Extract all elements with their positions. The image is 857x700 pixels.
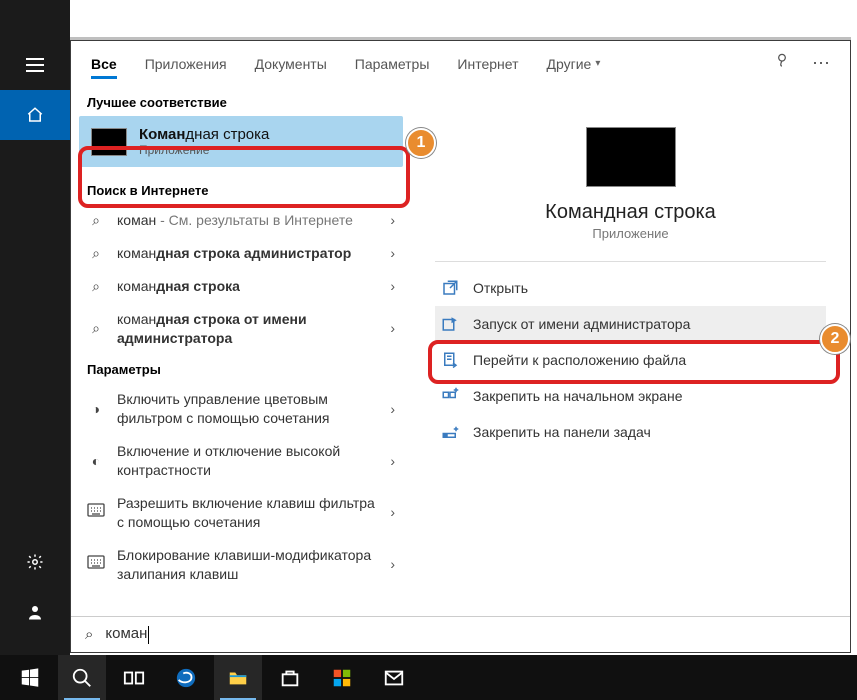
palette-icon: ◑: [87, 400, 105, 419]
web-result[interactable]: ⌕ коман - См. результаты в Интернете ›: [71, 204, 411, 237]
chevron-right-icon: ›: [390, 400, 395, 419]
web-result[interactable]: ⌕ командная строка администратор ›: [71, 237, 411, 270]
cmd-thumb-icon: [91, 128, 127, 156]
taskbar-microsoft[interactable]: [318, 655, 366, 700]
tab-settings[interactable]: Параметры: [343, 41, 442, 87]
taskbar-search[interactable]: [58, 655, 106, 700]
settings-result[interactable]: ◑ Включить управление цветовым фильтром …: [71, 383, 411, 435]
keyboard-icon: [87, 503, 105, 522]
annotation-marker-1: 1: [406, 128, 436, 158]
settings-result[interactable]: ◐ Включение и отключение высокой контрас…: [71, 435, 411, 487]
search-icon: ⌕: [87, 319, 105, 338]
home-icon: [26, 106, 44, 124]
best-match-subtitle: Приложение: [139, 143, 269, 157]
tab-more[interactable]: Другие▾: [535, 41, 613, 87]
taskbar-store[interactable]: [266, 655, 314, 700]
search-icon: [71, 667, 93, 689]
taskbar-mail[interactable]: [370, 655, 418, 700]
taskbar-edge[interactable]: [162, 655, 210, 700]
chevron-right-icon: ›: [390, 277, 395, 296]
taskbar-taskview[interactable]: [110, 655, 158, 700]
contrast-icon: ◐: [87, 452, 105, 471]
user-rail-button[interactable]: [0, 587, 70, 637]
detail-pane: Командная строка Приложение Открыть Запу…: [411, 87, 850, 616]
tab-docs[interactable]: Документы: [243, 41, 339, 87]
taskbar-explorer[interactable]: [214, 655, 262, 700]
user-icon: [26, 603, 44, 621]
folder-icon: [441, 351, 459, 369]
pin-taskbar-icon: [441, 423, 459, 441]
microsoft-icon: [331, 667, 353, 689]
pin-start-icon: [441, 387, 459, 405]
section-settings: Параметры: [71, 354, 411, 383]
annotation-marker-2: 2: [820, 324, 850, 354]
action-pin-taskbar[interactable]: Закрепить на панели задач: [435, 414, 826, 450]
store-icon: [279, 667, 301, 689]
keyboard-icon: [87, 555, 105, 574]
web-result[interactable]: ⌕ командная строка от имени администрато…: [71, 303, 411, 355]
search-query-text: коман: [105, 625, 149, 643]
chevron-right-icon: ›: [390, 319, 395, 338]
search-icon: ⌕: [85, 626, 93, 643]
start-rail: [0, 0, 70, 655]
taskview-icon: [123, 667, 145, 689]
gear-icon: [26, 553, 44, 571]
action-run-as-admin[interactable]: Запуск от имени администратора: [435, 306, 826, 342]
settings-rail-button[interactable]: [0, 537, 70, 587]
chevron-right-icon: ›: [390, 503, 395, 522]
section-best-match: Лучшее соответствие: [71, 87, 411, 116]
detail-subtitle: Приложение: [435, 226, 826, 241]
chevron-right-icon: ›: [390, 244, 395, 263]
feedback-icon[interactable]: [772, 51, 792, 76]
section-web: Поиск в Интернете: [71, 175, 411, 204]
admin-icon: [441, 315, 459, 333]
tab-all[interactable]: Все: [79, 41, 129, 87]
tab-apps[interactable]: Приложения: [133, 41, 239, 87]
chevron-right-icon: ›: [390, 211, 395, 230]
chevron-right-icon: ›: [390, 452, 395, 471]
search-icon: ⌕: [87, 277, 105, 296]
edge-icon: [175, 667, 197, 689]
results-list: Лучшее соответствие Командная строка При…: [71, 87, 411, 616]
web-result[interactable]: ⌕ командная строка ›: [71, 270, 411, 303]
scope-tabs: Все Приложения Документы Параметры Интер…: [71, 41, 850, 87]
hamburger-icon: [26, 64, 44, 66]
detail-thumb-icon: [586, 127, 676, 187]
home-button[interactable]: [0, 90, 70, 140]
best-match-title: Командная строка: [139, 126, 269, 143]
taskbar: [0, 655, 857, 700]
search-input[interactable]: ⌕ коман: [71, 616, 850, 652]
best-match-item[interactable]: Командная строка Приложение: [79, 116, 403, 167]
windows-icon: [19, 667, 41, 689]
action-open-location[interactable]: Перейти к расположению файла: [435, 342, 826, 378]
search-panel: Все Приложения Документы Параметры Интер…: [70, 40, 851, 653]
mail-icon: [383, 667, 405, 689]
start-button[interactable]: [6, 655, 54, 700]
tab-internet[interactable]: Интернет: [445, 41, 530, 87]
chevron-down-icon: ▾: [595, 58, 600, 69]
chevron-right-icon: ›: [390, 555, 395, 574]
ellipsis-icon[interactable]: ⋯: [812, 53, 830, 74]
menu-button[interactable]: [0, 40, 70, 90]
search-icon: ⌕: [87, 211, 105, 230]
settings-result[interactable]: Блокирование клавиши-модификатора залипа…: [71, 539, 411, 591]
open-icon: [441, 279, 459, 297]
settings-result[interactable]: Разрешить включение клавиш фильтра с пом…: [71, 487, 411, 539]
action-open[interactable]: Открыть: [435, 270, 826, 306]
detail-title: Командная строка: [435, 201, 826, 224]
search-icon: ⌕: [87, 244, 105, 263]
action-pin-start[interactable]: Закрепить на начальном экране: [435, 378, 826, 414]
folder-icon: [227, 667, 249, 689]
